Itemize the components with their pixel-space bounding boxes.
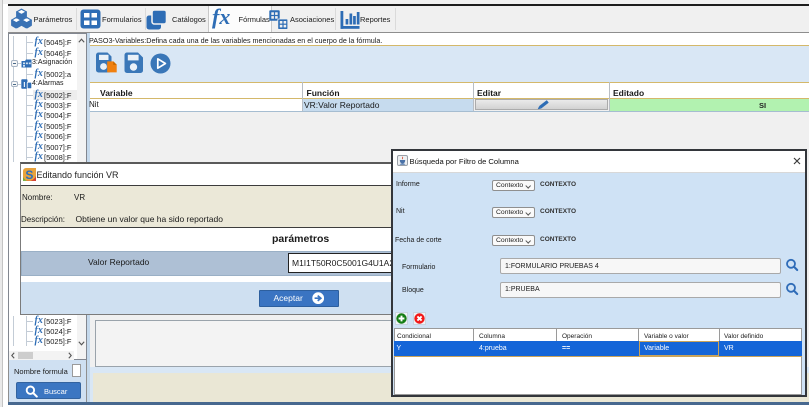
svg-text:S: S bbox=[25, 168, 33, 181]
